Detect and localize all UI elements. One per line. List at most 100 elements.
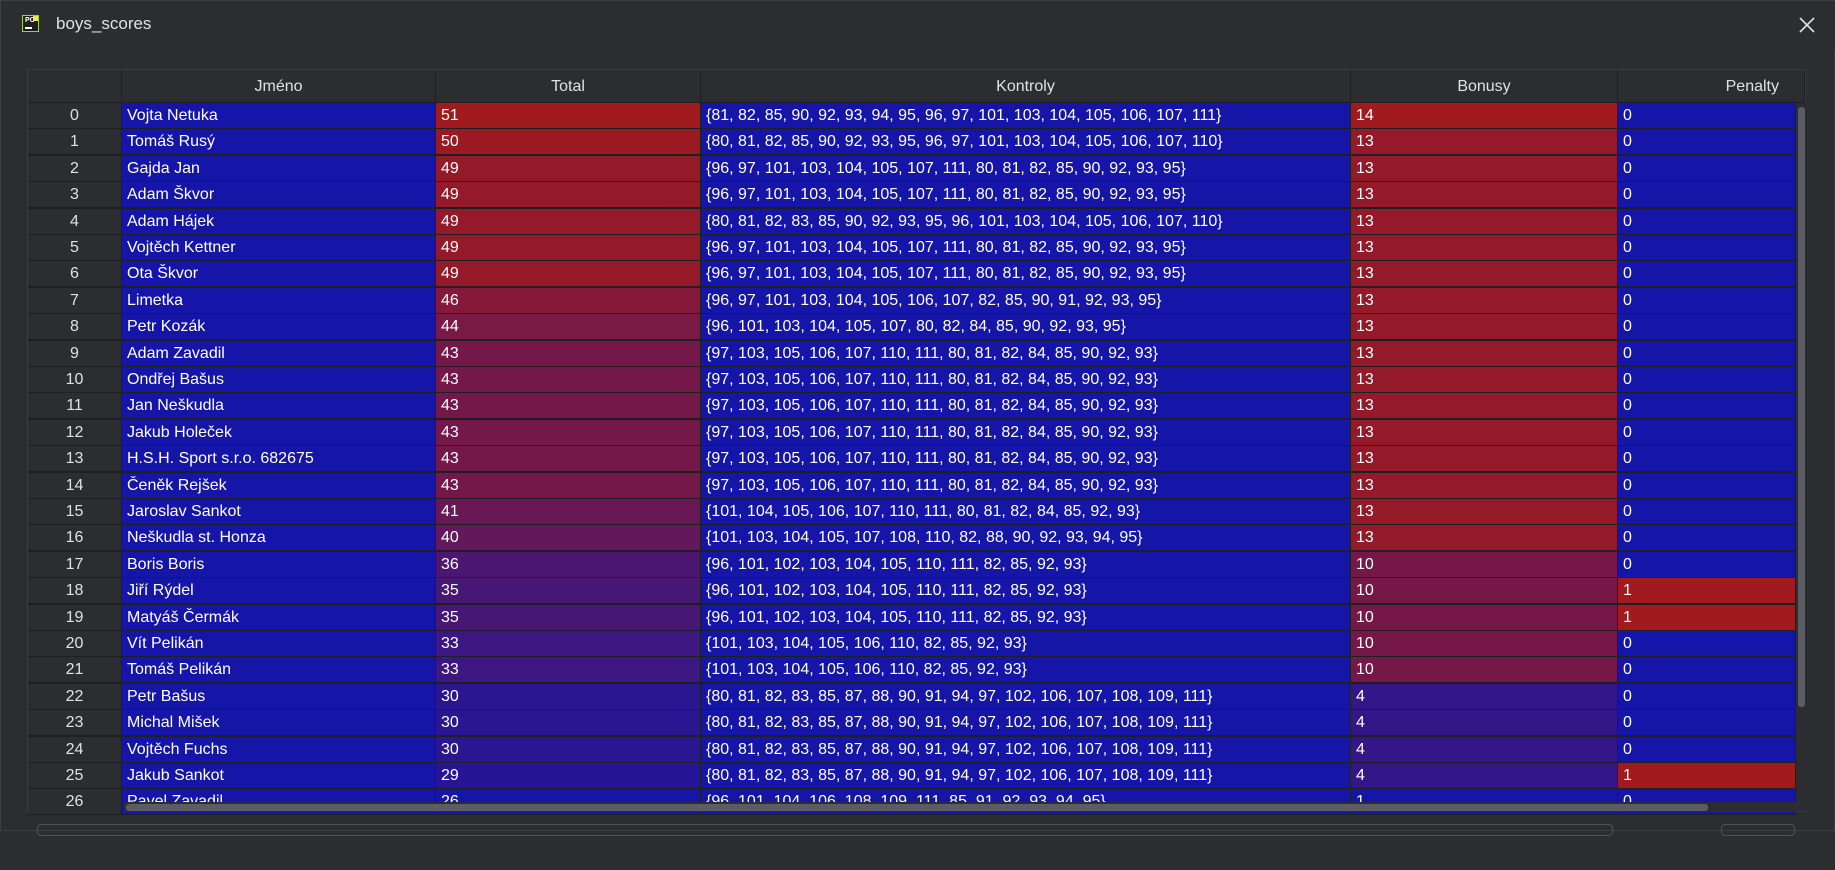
cell-penalty[interactable]: 0: [1618, 129, 1796, 156]
cell-index[interactable]: 5: [28, 235, 122, 261]
cell-index[interactable]: 17: [28, 551, 122, 578]
cell-kontroly[interactable]: {97, 103, 105, 106, 107, 110, 111, 80, 8…: [701, 472, 1351, 499]
cell-bonusy[interactable]: 13: [1351, 261, 1618, 288]
cell-bonusy[interactable]: 4: [1351, 683, 1618, 710]
cell-name[interactable]: Limetka: [122, 287, 436, 314]
cell-index[interactable]: 18: [28, 578, 122, 605]
cell-bonusy[interactable]: 13: [1351, 499, 1618, 525]
cell-total[interactable]: 30: [436, 710, 701, 737]
cell-index[interactable]: 21: [28, 657, 122, 684]
cell-penalty[interactable]: 0: [1618, 683, 1796, 710]
cell-penalty[interactable]: 0: [1618, 261, 1796, 288]
cell-penalty[interactable]: 0: [1618, 446, 1796, 473]
filter-input[interactable]: [37, 824, 1613, 836]
cell-index[interactable]: 19: [28, 604, 122, 631]
cell-total[interactable]: 35: [436, 604, 701, 631]
cell-penalty[interactable]: 0: [1618, 472, 1796, 499]
cell-name[interactable]: Jaroslav Sankot: [122, 499, 436, 525]
cell-bonusy[interactable]: 13: [1351, 129, 1618, 156]
cell-penalty[interactable]: 0: [1618, 155, 1796, 182]
cell-index[interactable]: 2: [28, 155, 122, 182]
cell-kontroly[interactable]: {80, 81, 82, 83, 85, 87, 88, 90, 91, 94,…: [701, 683, 1351, 710]
cell-index[interactable]: 10: [28, 367, 122, 393]
footer-button[interactable]: [1721, 824, 1795, 836]
cell-index[interactable]: 9: [28, 340, 122, 367]
cell-name[interactable]: Tomáš Rusý: [122, 129, 436, 156]
table-row[interactable]: 20 Vít Pelikán 33 {101, 103, 104, 105, 106,…: [28, 631, 1796, 657]
cell-index[interactable]: 1: [28, 129, 122, 156]
column-header-kontroly[interactable]: Kontroly: [701, 70, 1351, 103]
cell-name[interactable]: Tomáš Pelikán: [122, 657, 436, 684]
table-row[interactable]: 18 Jiří Rýdel 35 {96, 101, 102, 103, 104, 1…: [28, 578, 1796, 605]
table-row[interactable]: 17 Boris Boris 36 {96, 101, 102, 103, 104, …: [28, 551, 1796, 578]
cell-total[interactable]: 33: [436, 631, 701, 657]
cell-total[interactable]: 43: [436, 419, 701, 446]
cell-index[interactable]: 13: [28, 446, 122, 473]
cell-index[interactable]: 3: [28, 182, 122, 209]
cell-bonusy[interactable]: 13: [1351, 446, 1618, 473]
cell-kontroly[interactable]: {96, 97, 101, 103, 104, 105, 107, 111, 8…: [701, 155, 1351, 182]
cell-penalty[interactable]: 0: [1618, 631, 1796, 657]
cell-name[interactable]: Vojtěch Fuchs: [122, 736, 436, 763]
cell-kontroly[interactable]: {97, 103, 105, 106, 107, 110, 111, 80, 8…: [701, 367, 1351, 393]
cell-kontroly[interactable]: {96, 97, 101, 103, 104, 105, 107, 111, 8…: [701, 182, 1351, 209]
cell-name[interactable]: Jakub Sankot: [122, 763, 436, 789]
cell-bonusy[interactable]: 13: [1351, 340, 1618, 367]
cell-bonusy[interactable]: 13: [1351, 525, 1618, 552]
column-header-jmeno[interactable]: Jméno: [122, 70, 436, 103]
cell-name[interactable]: H.S.H. Sport s.r.o. 682675: [122, 446, 436, 473]
cell-index[interactable]: 0: [28, 103, 122, 129]
table-row[interactable]: 2 Gajda Jan 49 {96, 97, 101, 103, 104, 105,…: [28, 155, 1796, 182]
cell-kontroly[interactable]: {101, 103, 104, 105, 106, 110, 82, 85, 9…: [701, 657, 1351, 684]
cell-total[interactable]: 30: [436, 683, 701, 710]
cell-bonusy[interactable]: 13: [1351, 182, 1618, 209]
cell-name[interactable]: Adam Hájek: [122, 208, 436, 235]
cell-bonusy[interactable]: 4: [1351, 763, 1618, 789]
cell-kontroly[interactable]: {97, 103, 105, 106, 107, 110, 111, 80, 8…: [701, 419, 1351, 446]
column-header-index[interactable]: [28, 70, 122, 103]
cell-penalty[interactable]: 0: [1618, 314, 1796, 341]
cell-total[interactable]: 49: [436, 261, 701, 288]
cell-kontroly[interactable]: {101, 104, 105, 106, 107, 110, 111, 80, …: [701, 499, 1351, 525]
cell-penalty[interactable]: 1: [1618, 604, 1796, 631]
cell-name[interactable]: Ota Škvor: [122, 261, 436, 288]
table-row[interactable]: 10 Ondřej Bašus 43 {97, 103, 105, 106, 107,…: [28, 367, 1796, 393]
table-row[interactable]: 9 Adam Zavadil 43 {97, 103, 105, 106, 107, …: [28, 340, 1796, 367]
table-row[interactable]: 19 Matyáš Čermák 35 {96, 101, 102, 103, 104…: [28, 604, 1796, 631]
cell-name[interactable]: Gajda Jan: [122, 155, 436, 182]
cell-penalty[interactable]: 1: [1618, 578, 1796, 605]
cell-index[interactable]: 24: [28, 736, 122, 763]
cell-kontroly[interactable]: {96, 101, 103, 104, 105, 107, 80, 82, 84…: [701, 314, 1351, 341]
cell-kontroly[interactable]: {80, 81, 82, 83, 85, 87, 88, 90, 91, 94,…: [701, 736, 1351, 763]
column-header-total[interactable]: Total: [436, 70, 701, 103]
table-row[interactable]: 6 Ota Škvor 49 {96, 97, 101, 103, 104, 105,…: [28, 261, 1796, 288]
cell-kontroly[interactable]: {96, 97, 101, 103, 104, 105, 107, 111, 8…: [701, 261, 1351, 288]
table-row[interactable]: 16 Neškudla st. Honza 40 {101, 103, 104, 10…: [28, 525, 1796, 552]
cell-kontroly[interactable]: {96, 101, 102, 103, 104, 105, 110, 111, …: [701, 578, 1351, 605]
cell-total[interactable]: 49: [436, 208, 701, 235]
cell-name[interactable]: Čeněk Rejšek: [122, 472, 436, 499]
cell-penalty[interactable]: 0: [1618, 419, 1796, 446]
cell-penalty[interactable]: 0: [1618, 340, 1796, 367]
cell-total[interactable]: 33: [436, 657, 701, 684]
cell-kontroly[interactable]: {81, 82, 85, 90, 92, 93, 94, 95, 96, 97,…: [701, 103, 1351, 129]
cell-index[interactable]: 20: [28, 631, 122, 657]
cell-bonusy[interactable]: 13: [1351, 419, 1618, 446]
table-row[interactable]: 15 Jaroslav Sankot 41 {101, 104, 105, 106, …: [28, 499, 1796, 525]
cell-total[interactable]: 29: [436, 763, 701, 789]
cell-total[interactable]: 43: [436, 472, 701, 499]
cell-total[interactable]: 49: [436, 155, 701, 182]
cell-name[interactable]: Adam Škvor: [122, 182, 436, 209]
column-header-bonusy[interactable]: Bonusy: [1351, 70, 1618, 103]
cell-total[interactable]: 49: [436, 235, 701, 261]
cell-name[interactable]: Matyáš Čermák: [122, 604, 436, 631]
cell-penalty[interactable]: 0: [1618, 182, 1796, 209]
cell-penalty[interactable]: 1: [1618, 763, 1796, 789]
cell-penalty[interactable]: 0: [1618, 208, 1796, 235]
cell-kontroly[interactable]: {96, 97, 101, 103, 104, 105, 107, 111, 8…: [701, 235, 1351, 261]
table-row[interactable]: 1 Tomáš Rusý 50 {80, 81, 82, 85, 90, 92, 93…: [28, 129, 1796, 156]
cell-bonusy[interactable]: 13: [1351, 393, 1618, 420]
cell-penalty[interactable]: 0: [1618, 235, 1796, 261]
table-row[interactable]: 24 Vojtěch Fuchs 30 {80, 81, 82, 83, 85, 87…: [28, 736, 1796, 763]
cell-total[interactable]: 35: [436, 578, 701, 605]
